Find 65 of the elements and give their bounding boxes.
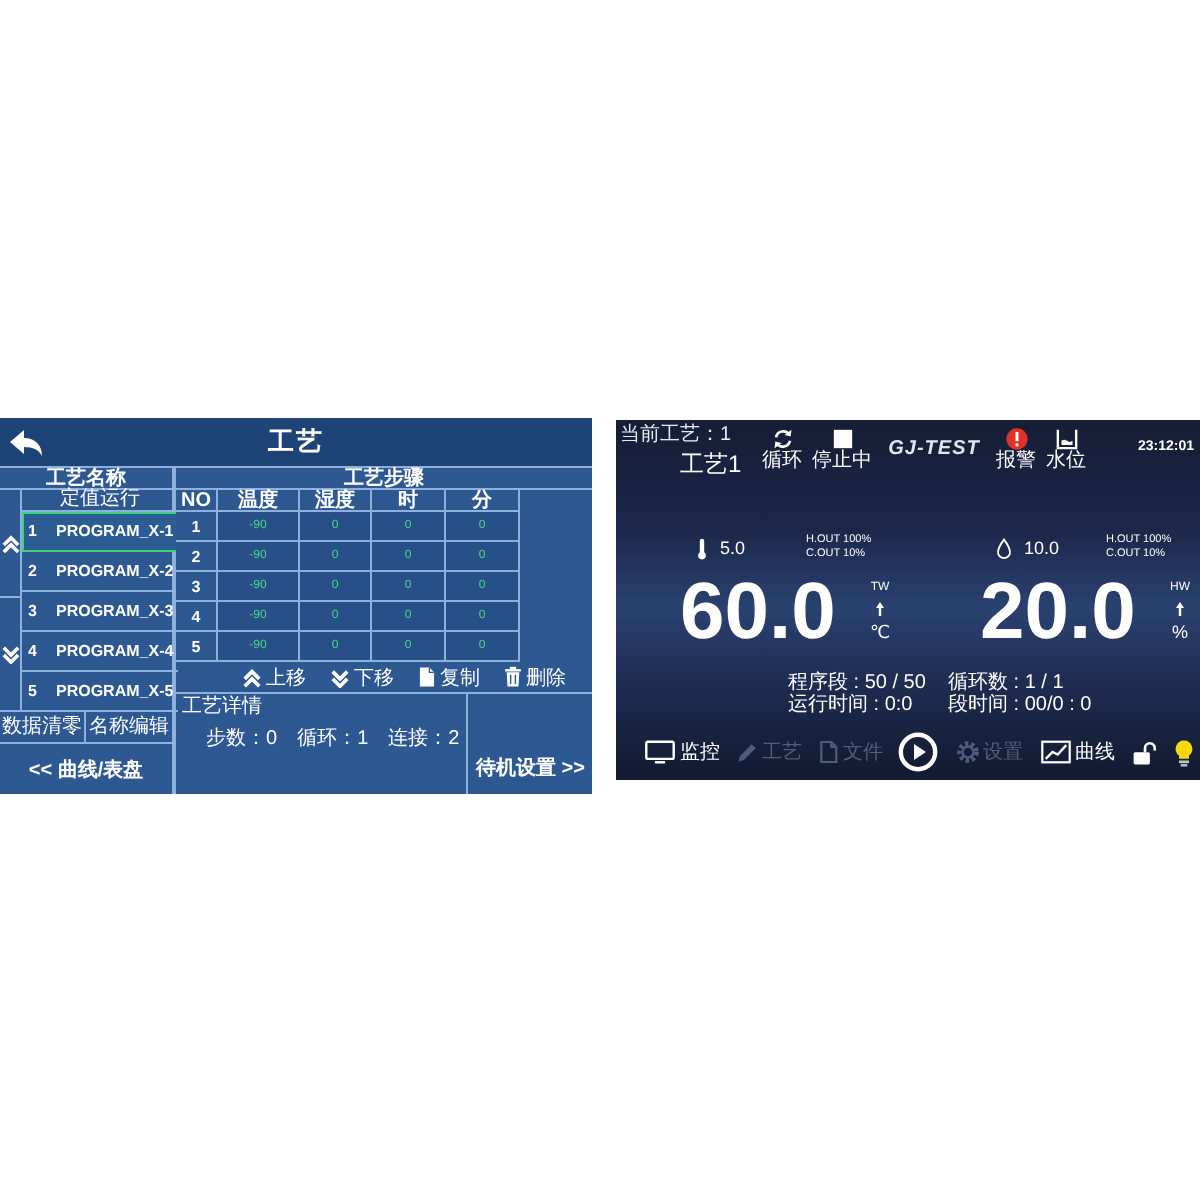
- detail-field: 步数：0: [206, 724, 278, 752]
- counter-text: 段时间 : 00/0 : 0: [948, 694, 1094, 716]
- row-number: 2: [176, 542, 218, 572]
- setpoint-value: 10.0: [1024, 538, 1060, 558]
- table-title: 工艺步骤: [176, 468, 592, 490]
- stop-square-icon: [831, 428, 853, 450]
- counter-text: 程序段 : 50 / 50: [788, 672, 928, 694]
- settings-link[interactable]: 待机设置 >>: [475, 754, 585, 782]
- play-icon[interactable]: [898, 732, 939, 772]
- double-chevron-up-icon: [1, 533, 19, 553]
- double-chevron-down-icon: [1, 644, 19, 664]
- section-title: 工艺详情: [182, 696, 264, 718]
- up-arrow-icon: [1176, 602, 1184, 616]
- unit-label: ℃: [870, 622, 891, 642]
- measured-value: 60.0: [680, 568, 838, 656]
- screen-title: 工艺: [268, 424, 324, 460]
- row-number: 4: [176, 602, 218, 632]
- status-label: 停止中: [812, 452, 872, 472]
- row-number: 5: [176, 632, 218, 662]
- copy-button[interactable]: 复制: [418, 663, 480, 691]
- back-arrow-icon: [8, 427, 44, 457]
- document-icon: [818, 740, 839, 764]
- line-chart-icon: [1039, 740, 1072, 764]
- trash-icon: [504, 666, 522, 688]
- delete-button[interactable]: 删除: [504, 663, 566, 691]
- water-tank-icon: [1055, 428, 1077, 450]
- column-header: 工艺名称: [0, 468, 172, 490]
- counter-text: 运行时间 : 0:0: [788, 694, 915, 716]
- monitor-button[interactable]: 监控: [644, 738, 720, 766]
- water-drop-icon: [996, 537, 1012, 559]
- double-chevron-up-icon: [242, 667, 262, 687]
- back-button[interactable]: [8, 427, 44, 457]
- pencil-icon: [736, 741, 759, 763]
- alarm-icon: [1005, 428, 1027, 450]
- status-label: 循环: [762, 452, 802, 472]
- alert-label: 水位: [1046, 452, 1086, 472]
- logo-text: GJ-TEST: [888, 438, 980, 460]
- gear-icon: [955, 740, 980, 764]
- clear-data-button[interactable]: 数据清零: [0, 712, 86, 742]
- program-item[interactable]: 5 PROGRAM_X-5: [22, 672, 178, 712]
- unlocked-padlock-icon[interactable]: [1131, 739, 1158, 765]
- alert-label: 报警: [996, 452, 1036, 472]
- process-name: 工艺1: [678, 452, 744, 478]
- counter-text: 循环数 : 1 / 1: [948, 672, 1066, 694]
- measured-value: 20.0: [980, 568, 1138, 656]
- setpoint-value: 5.0: [720, 538, 746, 558]
- detail-field: 循环：1: [297, 724, 369, 752]
- cycle-arrows-icon: [771, 428, 793, 450]
- unit-label: %: [1171, 622, 1188, 642]
- move-down-button[interactable]: 下移: [330, 663, 394, 691]
- document-icon: [418, 666, 436, 688]
- monitor-icon: [644, 740, 676, 764]
- move-up-button[interactable]: 上移: [242, 663, 306, 691]
- row-number: 1: [176, 512, 218, 542]
- edit-name-button[interactable]: 名称编辑: [86, 712, 172, 742]
- detail-field: 连接：2: [388, 724, 460, 752]
- double-chevron-down-icon: [330, 667, 350, 687]
- view-switch-button[interactable]: << 曲线/表盘: [0, 744, 172, 794]
- current-process-label: 当前工艺：1: [620, 424, 734, 446]
- light-bulb-icon[interactable]: [1173, 737, 1194, 767]
- row-number: 3: [176, 572, 218, 602]
- thermometer-icon: [696, 537, 708, 559]
- up-arrow-icon: [876, 602, 885, 616]
- program-item[interactable]: 1 PROGRAM_X-1: [22, 512, 178, 552]
- curve-button[interactable]: 曲线: [1039, 738, 1116, 766]
